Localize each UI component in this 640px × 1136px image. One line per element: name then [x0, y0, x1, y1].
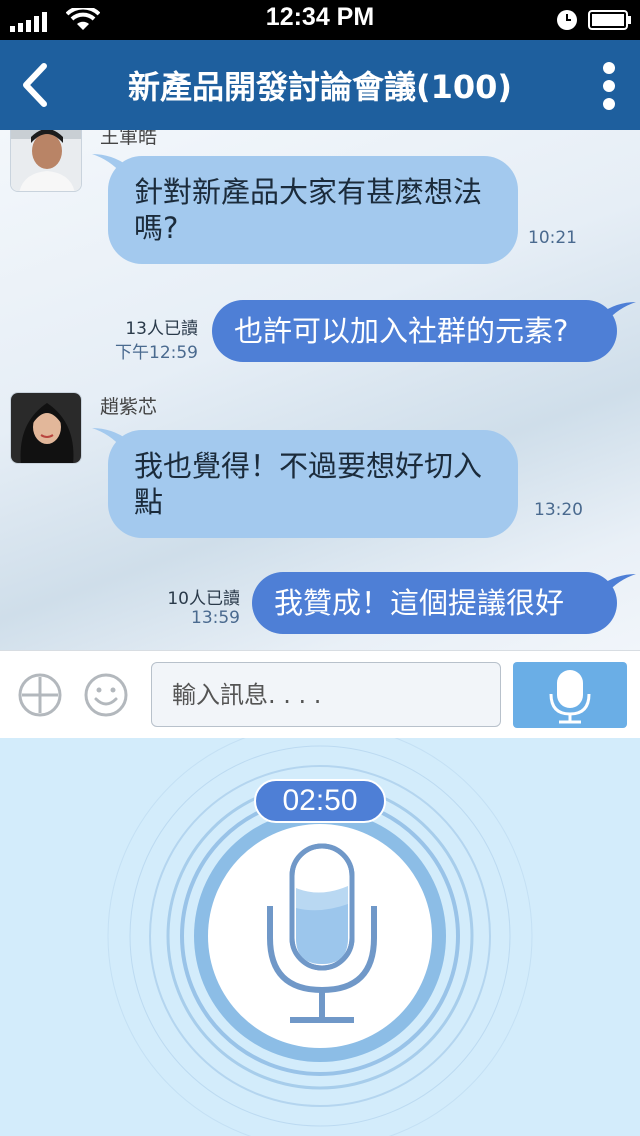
avatar-woman-icon — [11, 393, 81, 463]
smiley-icon[interactable] — [84, 673, 128, 717]
microphone-button[interactable] — [513, 662, 627, 728]
avatar[interactable] — [10, 130, 82, 192]
avatar[interactable] — [10, 392, 82, 464]
status-bar: 12:34 PM — [0, 0, 640, 40]
outgoing-message-bubble[interactable]: 我贊成！這個提議很好 — [252, 572, 617, 634]
read-count: 13人已讀 — [125, 319, 198, 339]
incoming-message-bubble[interactable]: 針對新產品大家有甚麼想法嗎? — [108, 156, 518, 264]
read-count: 10人已讀 — [167, 589, 240, 609]
microphone-icon — [549, 670, 591, 724]
battery-icon — [588, 10, 631, 30]
status-time: 12:34 PM — [265, 3, 375, 31]
message-time: 13:20 — [534, 500, 583, 520]
voice-recording-panel: 02:50 — [0, 738, 640, 1136]
message-input[interactable] — [151, 662, 501, 727]
bubble-tail — [600, 302, 636, 322]
recording-timer: 02:50 — [254, 779, 386, 823]
outgoing-message-bubble[interactable]: 也許可以加入社群的元素? — [212, 300, 617, 362]
chat-title: 新產品開發討論會議(100) — [127, 68, 513, 106]
message-time: 10:21 — [528, 228, 577, 248]
incoming-message-bubble[interactable]: 我也覺得！不過要想好切入點 — [108, 430, 518, 538]
back-arrow-icon[interactable] — [12, 60, 58, 110]
chat-header: 新產品開發討論會議(100) — [0, 40, 640, 130]
clock-icon — [557, 10, 577, 30]
bubble-tail — [600, 574, 636, 594]
message-input-bar — [0, 650, 640, 738]
more-vertical-icon[interactable] — [594, 58, 624, 114]
message-time: 13:59 — [191, 608, 240, 628]
message-time: 下午12:59 — [115, 343, 198, 363]
avatar-man-icon — [11, 130, 81, 191]
plus-circle-icon[interactable] — [18, 673, 62, 717]
sender-name: 王軍皓 — [100, 130, 158, 148]
chat-message-list[interactable]: 王軍皓 針對新產品大家有甚麼想法嗎? 10:21 13人已讀 下午12:59 也… — [0, 130, 640, 650]
sender-name: 趙紫芯 — [100, 396, 158, 418]
